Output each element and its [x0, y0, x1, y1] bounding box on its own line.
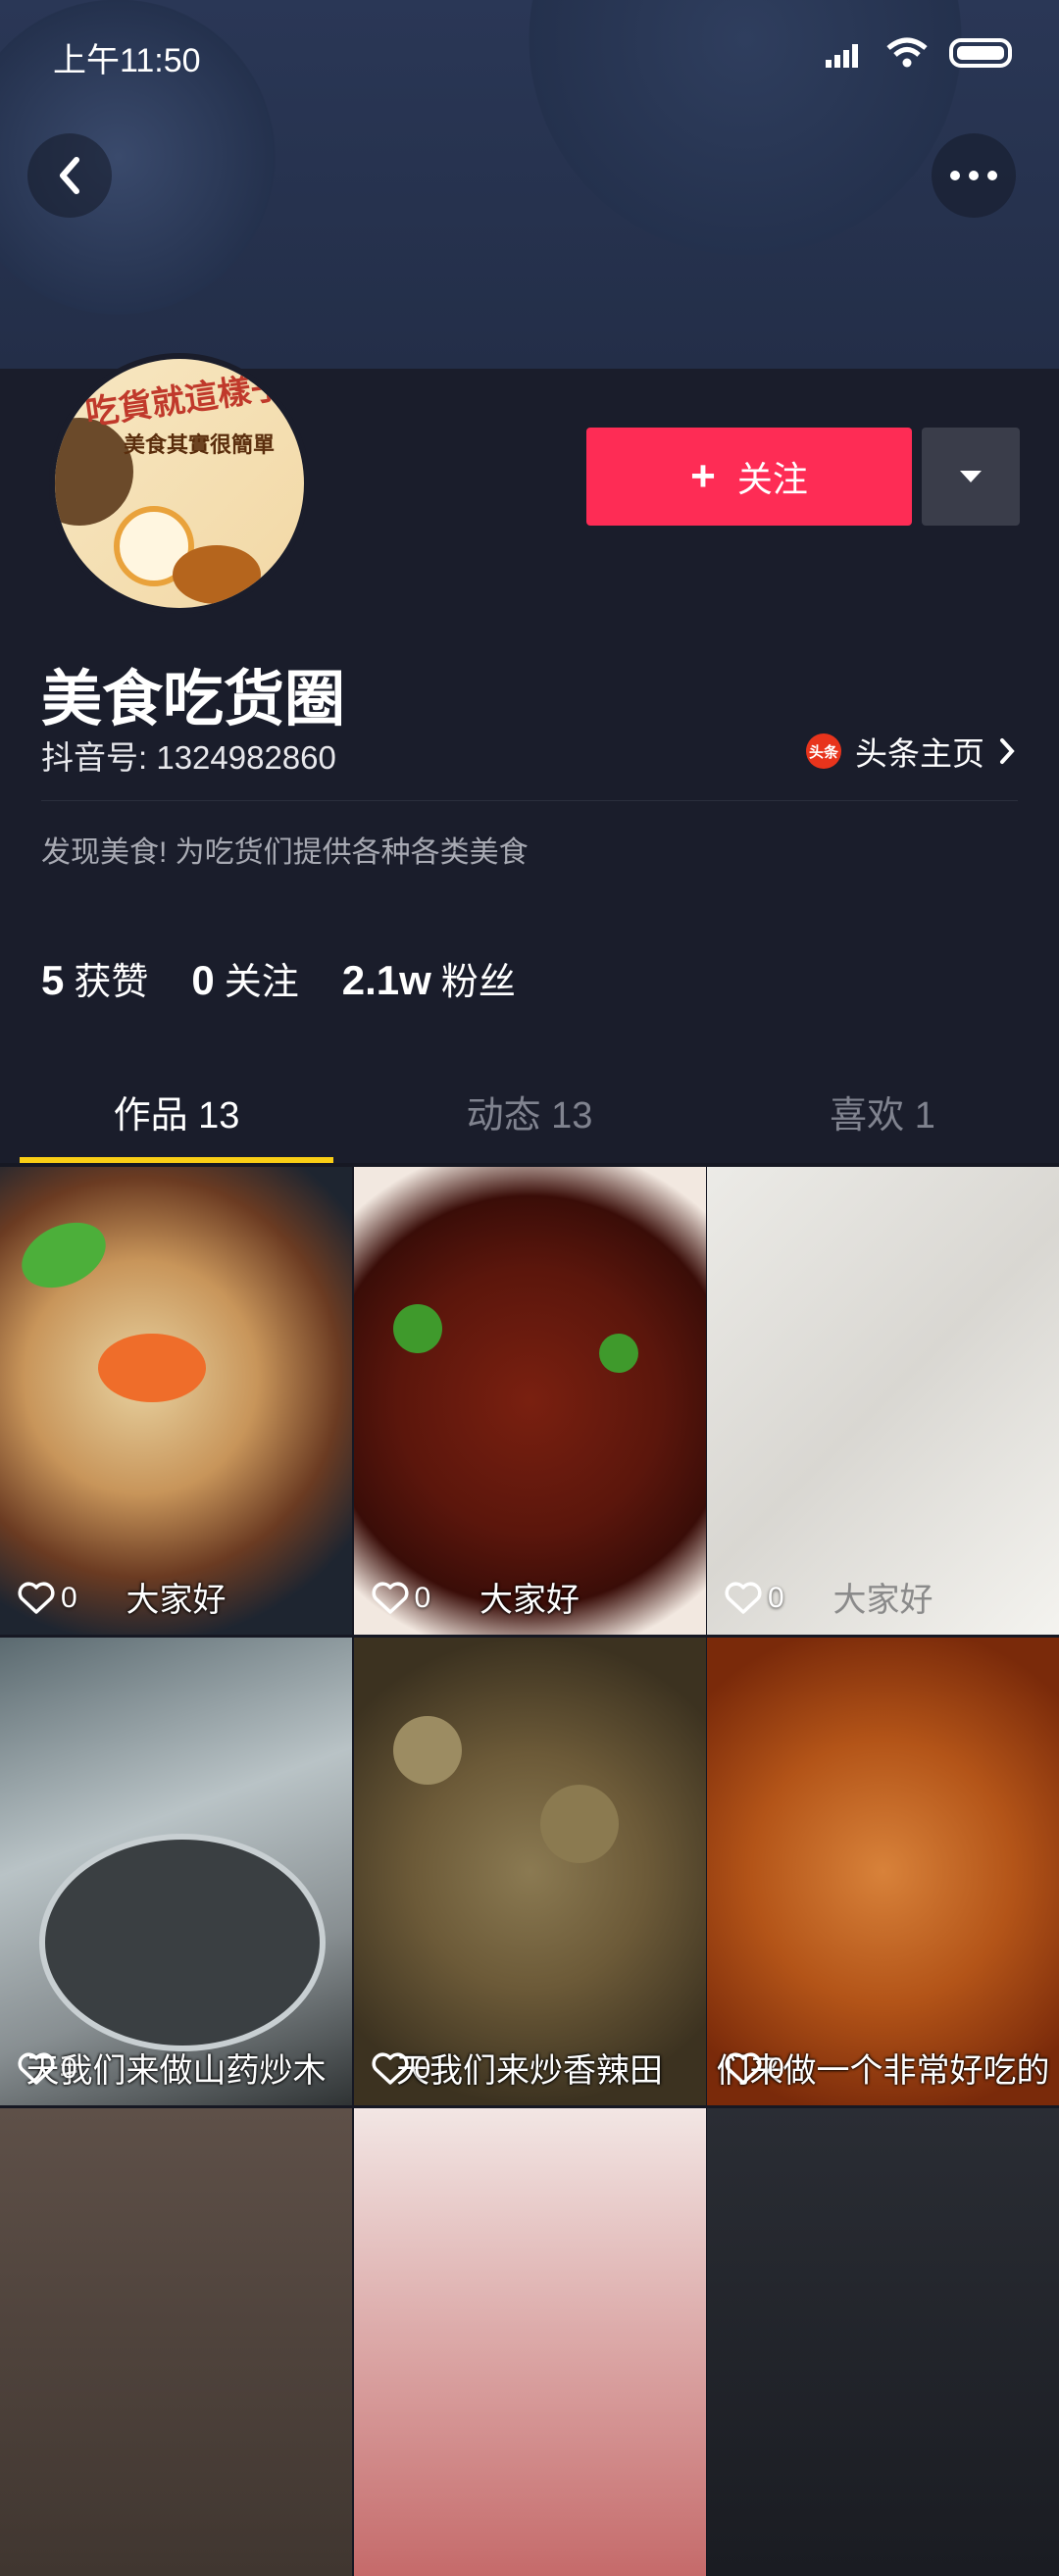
- video-thumbnail[interactable]: 大家好 0: [0, 1167, 352, 1635]
- video-thumbnail[interactable]: 天我们来炒香辣田 0: [353, 1638, 706, 2105]
- divider: [41, 800, 1018, 801]
- heart-icon: [725, 2052, 762, 2085]
- avatar-image: 吃貨就這樣子 美食其實很簡單: [55, 359, 304, 608]
- triangle-down-icon: [960, 471, 982, 482]
- avatar-text-top: 吃貨就這樣子: [82, 367, 287, 432]
- like-count: 0: [372, 1582, 430, 1615]
- profile-name: 美食吃货圈: [41, 666, 346, 733]
- like-count: 0: [725, 1582, 784, 1615]
- profile-stats: 5 获赞 0 关注 2.1w 粉丝: [41, 951, 516, 1005]
- battery-icon: [949, 37, 1016, 77]
- tab-activity[interactable]: 动态 13: [353, 1069, 706, 1163]
- heart-icon: [372, 2052, 408, 2085]
- like-count: 0: [18, 2052, 77, 2086]
- tab-works[interactable]: 作品 13: [0, 1069, 353, 1163]
- chevron-right-icon: [1000, 738, 1015, 764]
- more-button[interactable]: [932, 133, 1016, 218]
- heart-icon: [18, 1582, 55, 1614]
- heart-icon: [725, 1582, 762, 1614]
- video-grid: 大家好 0 大家好 0 大家好 0 天我们来做山药炒木 0 天我们来炒香辣田 0…: [0, 1167, 1059, 2576]
- follow-button[interactable]: + 关注: [586, 428, 912, 526]
- video-thumbnail[interactable]: [0, 2108, 352, 2576]
- tab-likes[interactable]: 喜欢 1: [706, 1069, 1059, 1163]
- video-thumbnail[interactable]: 大家好 0: [707, 1167, 1059, 1635]
- like-count: 0: [725, 2052, 784, 2086]
- profile-bio: 发现美食! 为吃货们提供各种各类美食: [41, 836, 529, 869]
- more-dots-icon: [950, 171, 997, 180]
- avatar[interactable]: 吃貨就這樣子 美食其實很簡單: [49, 353, 310, 614]
- status-time: 上午11:50: [53, 41, 201, 79]
- profile-section: 吃貨就這樣子 美食其實很簡單 + 关注 美食吃货圈 抖音号: 132498286…: [0, 353, 1059, 1163]
- back-button[interactable]: [27, 133, 112, 218]
- douyin-id[interactable]: 抖音号: 1324982860: [41, 732, 336, 779]
- plus-icon: +: [690, 452, 716, 500]
- video-thumbnail[interactable]: [353, 2108, 706, 2576]
- recommend-dropdown-button[interactable]: [922, 428, 1020, 526]
- status-bar: 上午11:50: [0, 0, 1059, 114]
- stat-followers[interactable]: 2.1w 粉丝: [342, 951, 516, 1005]
- chevron-left-icon: [60, 157, 79, 194]
- stat-following[interactable]: 0 关注: [191, 951, 298, 1005]
- profile-tabs: 作品 13 动态 13 喜欢 1: [0, 1069, 1059, 1163]
- stat-likes[interactable]: 5 获赞: [41, 951, 148, 1005]
- video-thumbnail[interactable]: 天我们来做山药炒木 0: [0, 1638, 352, 2105]
- follow-label: 关注: [736, 459, 808, 499]
- heart-icon: [18, 2052, 55, 2085]
- like-count: 0: [372, 2052, 430, 2086]
- heart-icon: [372, 1582, 408, 1614]
- signal-icon: [826, 38, 865, 76]
- like-count: 0: [18, 1582, 77, 1615]
- avatar-text-bottom: 美食其實很簡單: [124, 432, 276, 457]
- toutiao-logo-icon: 头条: [806, 733, 841, 769]
- toutiao-label: 头条主页: [855, 735, 984, 772]
- video-thumbnail[interactable]: [707, 2108, 1059, 2576]
- toutiao-homepage-link[interactable]: 头条 头条主页: [806, 728, 1016, 775]
- video-thumbnail[interactable]: 大家好 0: [353, 1167, 706, 1635]
- wifi-icon: [886, 37, 928, 77]
- video-thumbnail[interactable]: 们来做一个非常好吃的 0: [707, 1638, 1059, 2105]
